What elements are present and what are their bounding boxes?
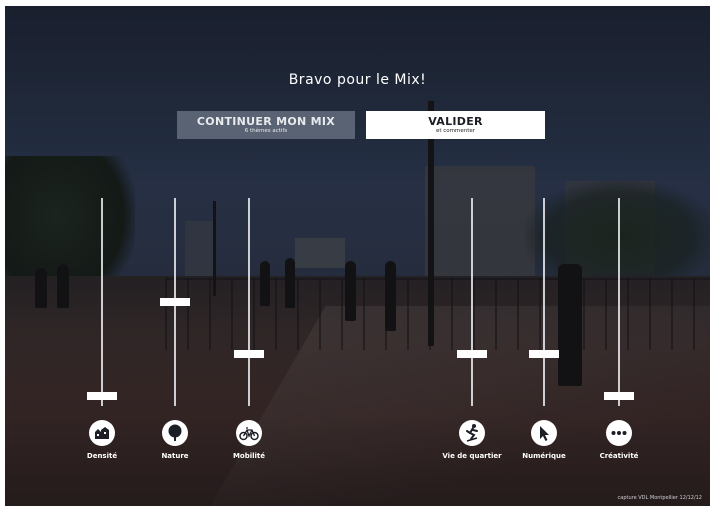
theme-creativite[interactable]: Créativité <box>579 419 659 460</box>
mix-screen: Bravo pour le Mix! CONTINUER MON MIX 6 t… <box>5 6 710 506</box>
continue-mix-label: CONTINUER MON MIX <box>196 115 336 128</box>
buildings-icon <box>89 420 115 446</box>
cursor-icon <box>531 420 557 446</box>
theme-label: Vie de quartier <box>442 452 502 460</box>
slider-handle[interactable] <box>457 350 487 358</box>
slider-mobilite[interactable] <box>234 198 264 406</box>
slider-handle[interactable] <box>604 392 634 400</box>
slider-handle[interactable] <box>87 392 117 400</box>
slider-track <box>101 198 103 406</box>
theme-numerique[interactable]: Numérique <box>504 419 584 460</box>
theme-mobilite[interactable]: Mobilité <box>209 419 289 460</box>
skater-icon <box>459 420 485 446</box>
slider-creativite[interactable] <box>604 198 634 406</box>
page-title: Bravo pour le Mix! <box>288 72 427 88</box>
slider-numerique[interactable] <box>529 198 559 406</box>
validate-label: VALIDER <box>428 115 483 128</box>
continue-mix-button[interactable]: CONTINUER MON MIX 6 thèmes actifs <box>177 111 355 139</box>
photo-credit: capture VDL Montpellier 12/12/12 <box>617 495 702 501</box>
theme-label: Créativité <box>599 452 639 460</box>
validate-sublabel: et commenter <box>435 128 476 134</box>
theme-label: Numérique <box>522 452 566 460</box>
theme-label: Nature <box>161 452 189 460</box>
continue-mix-sublabel: 6 thèmes actifs <box>244 128 288 134</box>
slider-handle[interactable] <box>234 350 264 358</box>
slider-vie-de-quartier[interactable] <box>457 198 487 406</box>
theme-vie-de-quartier[interactable]: Vie de quartier <box>432 419 512 460</box>
slider-track <box>543 198 545 406</box>
bicycle-icon <box>236 420 262 446</box>
slider-handle[interactable] <box>160 298 190 306</box>
tree-icon <box>162 420 188 446</box>
theme-densite[interactable]: Densité <box>62 419 142 460</box>
slider-densite[interactable] <box>87 198 117 406</box>
validate-button[interactable]: VALIDER et commenter <box>366 111 545 139</box>
dots-icon <box>606 420 632 446</box>
theme-label: Densité <box>86 452 118 460</box>
slider-nature[interactable] <box>160 198 190 406</box>
theme-label: Mobilité <box>232 452 266 460</box>
slider-track <box>618 198 620 406</box>
slider-handle[interactable] <box>529 350 559 358</box>
slider-track <box>248 198 250 406</box>
slider-track <box>471 198 473 406</box>
theme-nature[interactable]: Nature <box>135 419 215 460</box>
